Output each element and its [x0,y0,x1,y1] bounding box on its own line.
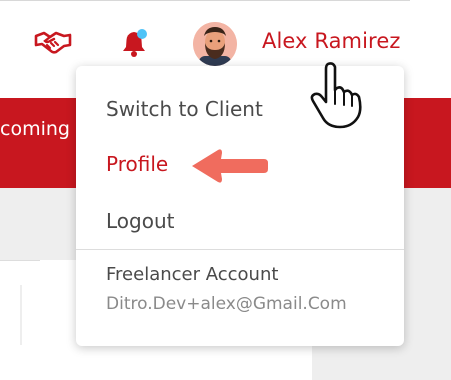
account-type: Freelancer Account [106,264,279,285]
bell-icon[interactable] [118,27,150,59]
user-name[interactable]: Alex Ramirez [262,29,400,53]
avatar-face-icon [193,22,237,66]
notification-dot [137,29,147,39]
menu-item-logout[interactable]: Logout [106,209,174,233]
handshake-icon[interactable] [34,30,72,54]
banner-text: coming [0,118,70,140]
avatar[interactable] [193,22,237,66]
menu-item-switch-to-client[interactable]: Switch to Client [106,97,263,121]
top-divider [0,0,410,1]
menu-item-profile[interactable]: Profile [106,152,168,176]
content-divider [0,260,40,261]
menu-divider [76,249,404,250]
pointer-hand-icon [310,62,362,129]
content-edge [20,285,22,345]
arrow-left-icon [192,149,268,183]
account-email: Ditro.Dev+alex@Gmail.Com [106,294,347,314]
